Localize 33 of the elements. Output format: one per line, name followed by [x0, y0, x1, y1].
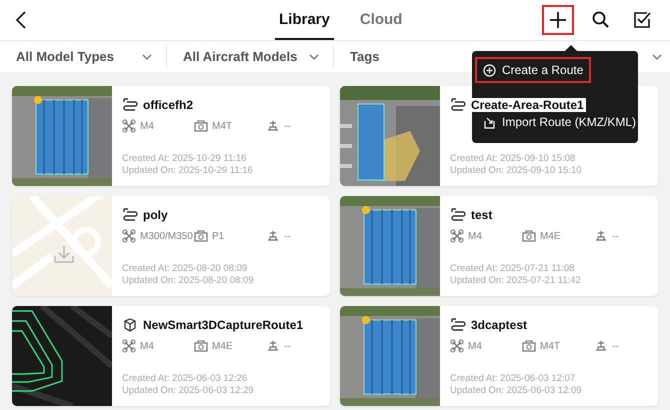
payload-model: -- — [284, 230, 291, 242]
camera-model: M4E — [212, 340, 233, 352]
payload-model: -- — [612, 340, 619, 352]
camera-model: M4T — [540, 340, 560, 352]
camera-model: M4E — [540, 230, 561, 242]
created-date: Created At: 2025-07-21 11:08 — [450, 263, 576, 275]
payload-model: -- — [612, 230, 619, 242]
updated-date: Updated On: 2025-06-03 12:09 — [450, 385, 583, 397]
route-name: 3dcaptest — [469, 318, 530, 332]
route-name: NewSmart3DCaptureRoute1 — [141, 318, 306, 332]
updated-date: Updated On: 2025-08-20 08:09 — [122, 275, 255, 287]
created-date: Created At: 2025-06-03 12:26 — [122, 373, 248, 385]
payload-model: -- — [284, 120, 291, 132]
payload-model: -- — [284, 340, 291, 352]
aircraft-model: M4 — [468, 340, 482, 352]
aircraft-model: M4 — [140, 120, 154, 132]
updated-date: Updated On: 2025-07-21 11:42 — [450, 275, 582, 287]
route-name: officefh2 — [141, 98, 196, 112]
aircraft-model: M4 — [468, 230, 482, 242]
updated-date: Updated On: 2025-06-03 12:29 — [122, 385, 255, 397]
camera-model: P1 — [212, 230, 224, 242]
created-date: Created At: 2025-08-20 08:09 — [122, 263, 248, 275]
created-date: Created At: 2025-06-03 12:07 — [450, 373, 576, 385]
aircraft-model: M300/M350 — [140, 230, 193, 242]
route-name: test — [469, 208, 494, 222]
route-name: poly — [141, 208, 170, 222]
updated-date: Updated On: 2025-09-10 15:10 — [450, 165, 583, 177]
route-name: Create-Area-Route1 — [469, 98, 586, 112]
created-date: Created At: 2025-10-29 11:16 — [122, 153, 248, 165]
updated-date: Updated On: 2025-10-29 11:16 — [122, 165, 254, 177]
aircraft-model: M4 — [140, 340, 154, 352]
camera-model: M4T — [212, 120, 232, 132]
created-date: Created At: 2025-09-10 15:08 — [450, 153, 576, 165]
